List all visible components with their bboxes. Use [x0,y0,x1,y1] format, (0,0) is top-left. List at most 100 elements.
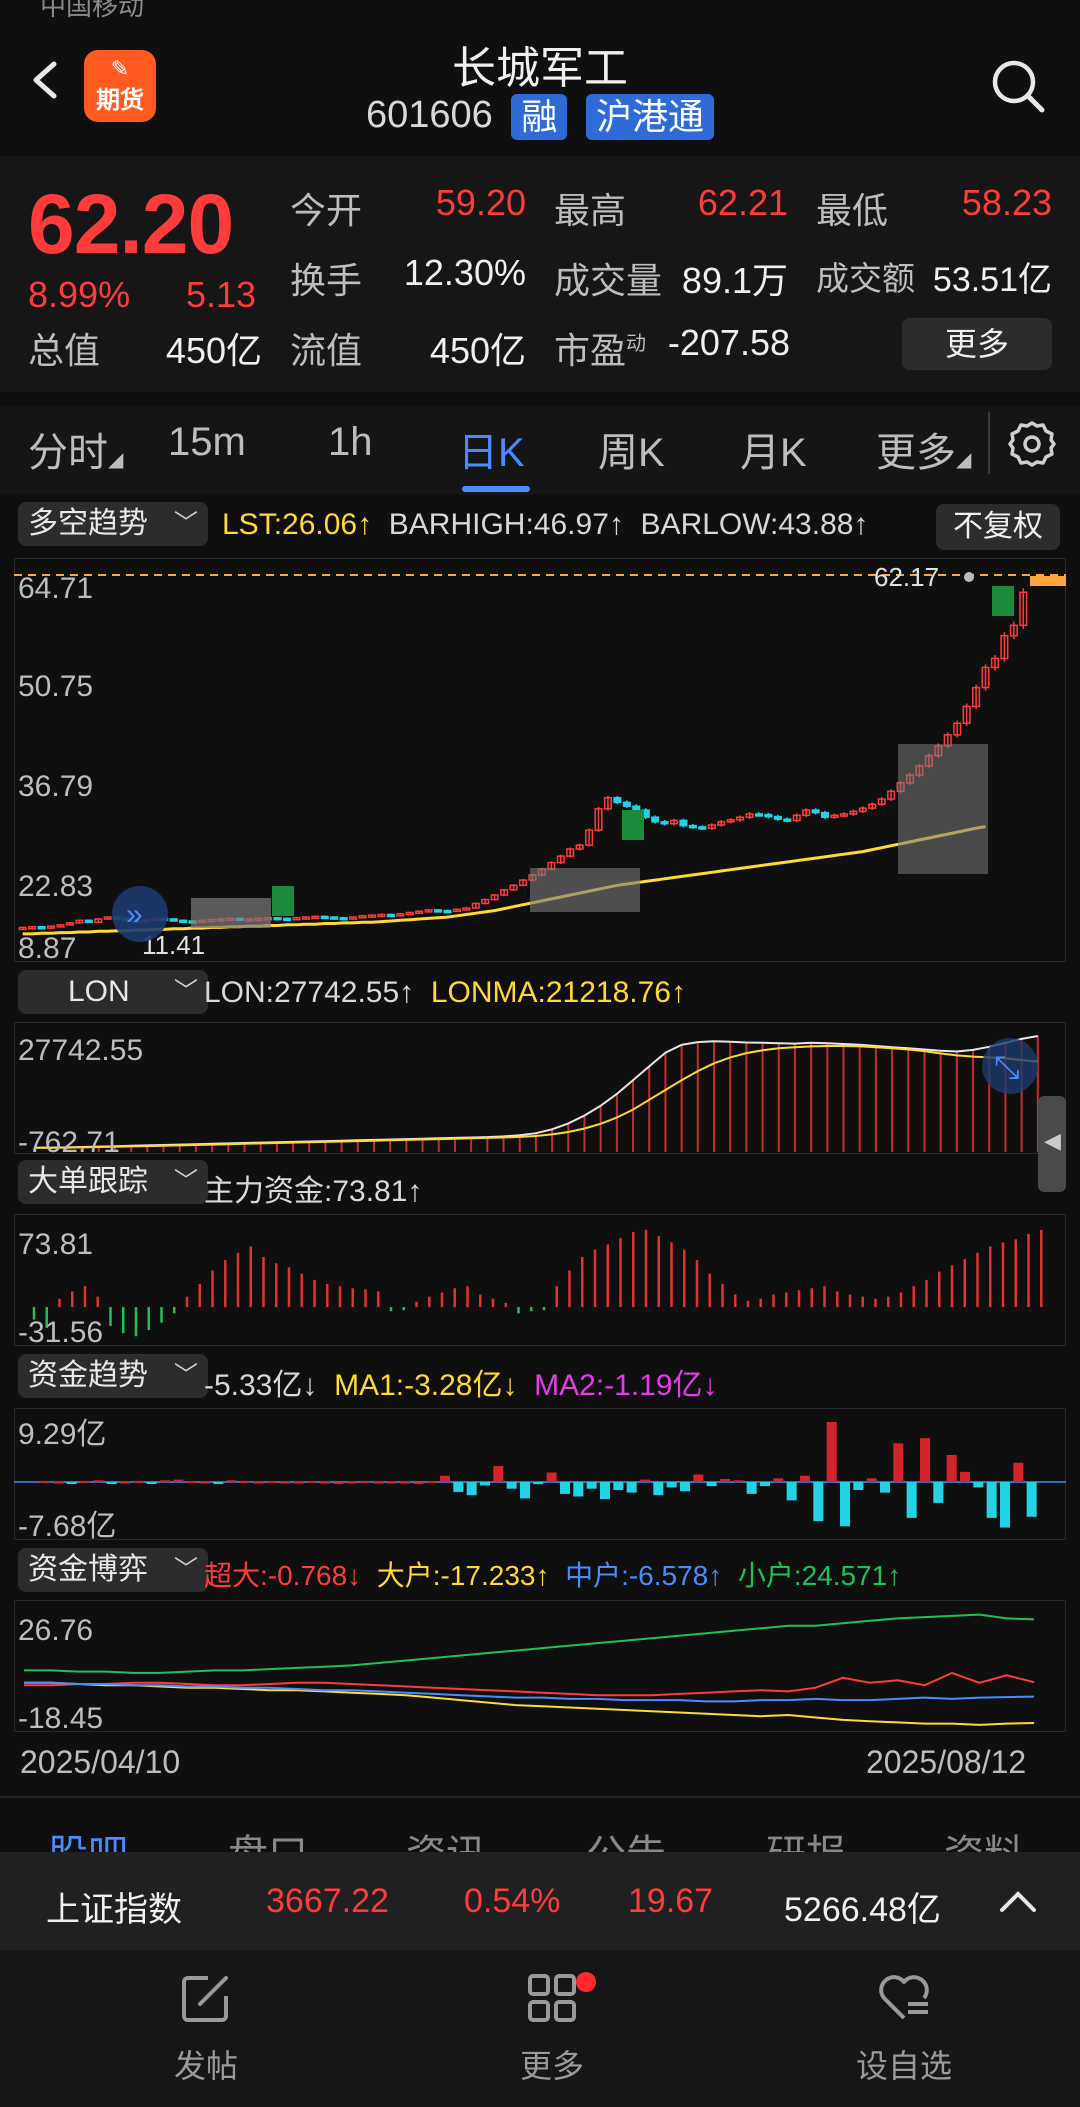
candle [179,919,188,924]
fund-trend-bar [573,1482,584,1497]
fund-trend-bar [93,1480,104,1483]
candle [679,819,688,827]
fund-trend-bar [213,1482,224,1484]
carrier-label: 中国移动 [40,0,145,21]
fund-trend-bar [906,1482,917,1518]
big-order-indicator-select[interactable]: 大单跟踪 ﹀ [18,1160,208,1204]
stat-label-pe: 市盈动 [554,330,647,371]
main-fund-bar-series [32,1229,1043,1337]
last-price: 62.20 [28,177,234,271]
fund-trend-bar [306,1480,317,1483]
candle [84,919,93,924]
fund-trend-bar [813,1482,824,1522]
candle [783,818,792,822]
y-tick: -7.68亿 [18,1510,116,1540]
chevron-down-icon: ﹀ [174,510,198,537]
legend-main-fund: 主力资金:73.81↑ [204,1175,423,1208]
tab-intraday[interactable]: 分时◢ [28,420,123,478]
big-order-legend: 主力资金:73.81↑ [204,1166,422,1210]
td-9-marker [272,886,294,916]
legend-lon: LON:27742.55↑ [204,976,415,1009]
tab-monthly-k[interactable]: 月K [740,420,807,478]
fund-trend-bar [493,1466,504,1482]
settings-gear-icon[interactable] [1008,420,1056,468]
fund-trend-bar [80,1480,90,1483]
tab-weekly-k[interactable]: 周K [598,420,665,478]
candlestick-chart[interactable]: 62.17 64.71 50.75 36.79 22.83 8.87 11.41… [14,558,1066,962]
fund-trend-bar [360,1480,370,1483]
fund-trend-bar [1026,1482,1037,1517]
fund-trend-bar [853,1482,864,1490]
lon-legend: LON:27742.55↑ LONMA:21218.76↑ [204,976,686,1010]
stat-label-low: 最低 [816,190,889,231]
td-sequence-labels [191,586,1014,928]
candle [764,813,773,818]
fund-trend-chart[interactable]: 9.29亿 -7.68亿 [14,1408,1066,1540]
y-tick: 36.79 [18,770,93,803]
nav-post[interactable]: 发帖 [126,1970,286,2087]
candle [443,909,452,914]
heart-list-icon [879,1975,929,2020]
fund-trend-bar [773,1478,784,1482]
tab-more-periods[interactable]: 更多◢ [876,420,971,478]
candle [754,813,764,817]
fund-trend-bar [506,1482,517,1489]
fund-trend-bar [866,1478,877,1482]
chevron-up-icon[interactable] [998,1886,1038,1916]
fund-trend-indicator-select[interactable]: 资金趋势 ﹀ [18,1354,208,1398]
adjust-mode-button[interactable]: 不复权 [936,504,1060,550]
lon-indicator-select[interactable]: LON ﹀ [18,970,208,1014]
fund-trend-bar [413,1482,424,1484]
fund-trend-bar [200,1481,210,1484]
fund-trend-bar [933,1482,944,1503]
stat-value-market-cap: 450亿 [165,330,262,371]
fund-trend-bar [333,1482,344,1484]
y-tick: 73.81 [18,1228,93,1261]
grid-icon [528,1974,576,2022]
active-tab-indicator [462,486,530,492]
nav-label: 发帖 [173,2048,238,2084]
lon-chart[interactable]: 27742.55 -762.71 ⤡ [14,1022,1066,1154]
fund-game-indicator-select[interactable]: 资金博弈 ﹀ [18,1548,208,1592]
nav-more[interactable]: 更多 [472,1970,632,2087]
fund-trend-bar [746,1482,757,1494]
legend-small: 小户:24.571↑ [737,1560,902,1591]
fund-trend-bar [253,1481,264,1484]
fund-trend-bar [466,1482,477,1496]
tab-daily-k[interactable]: 日K [458,420,525,478]
stock-code: 601606 [366,94,493,137]
stat-value-float-cap: 450亿 [429,330,526,371]
candle [433,909,443,913]
side-drawer-handle[interactable]: ◀ [1038,1096,1066,1192]
fund-game-chart[interactable]: 26.76 -18.45 [14,1600,1066,1732]
legend-lst: LST:26.06↑ [222,508,373,541]
fund-trend-bar [960,1471,970,1482]
stock-name: 长城军工 [452,44,628,93]
big-order-chart[interactable]: 73.81 -31.56 [14,1214,1066,1346]
fund-trend-bar [480,1482,490,1486]
nav-add-watchlist[interactable]: 设自选 [824,1970,984,2087]
search-icon[interactable] [990,58,1046,114]
chevron-down-icon: ﹀ [174,978,198,1005]
index-percent: 0.54% [464,1882,561,1920]
fund-trend-bar [173,1479,184,1482]
chevron-down-icon: ﹀ [174,1556,198,1583]
fund-trend-bar [520,1482,530,1499]
legend-ma1: MA1:-3.28亿↓ [334,1369,518,1402]
stat-value-open: 59.20 [435,182,526,223]
legend-fund-trend: -5.33亿↓ [204,1369,318,1402]
y-tick: 8.87 [18,932,76,962]
fund-trend-bar [426,1480,437,1483]
candle [339,916,348,921]
fund-trend-bar [1013,1462,1024,1482]
candle [273,916,282,921]
tab-1h[interactable]: 1h [328,420,373,465]
tab-15m[interactable]: 15m [168,420,246,465]
main-indicator-select[interactable]: 多空趋势 ﹀ [18,502,208,546]
candle [320,915,329,920]
fund-trend-bar [973,1482,984,1488]
fund-trend-bar [240,1480,250,1483]
candle [698,826,707,830]
more-quote-button[interactable]: 更多 [902,318,1052,370]
double-chevron-icon: » [126,898,143,931]
